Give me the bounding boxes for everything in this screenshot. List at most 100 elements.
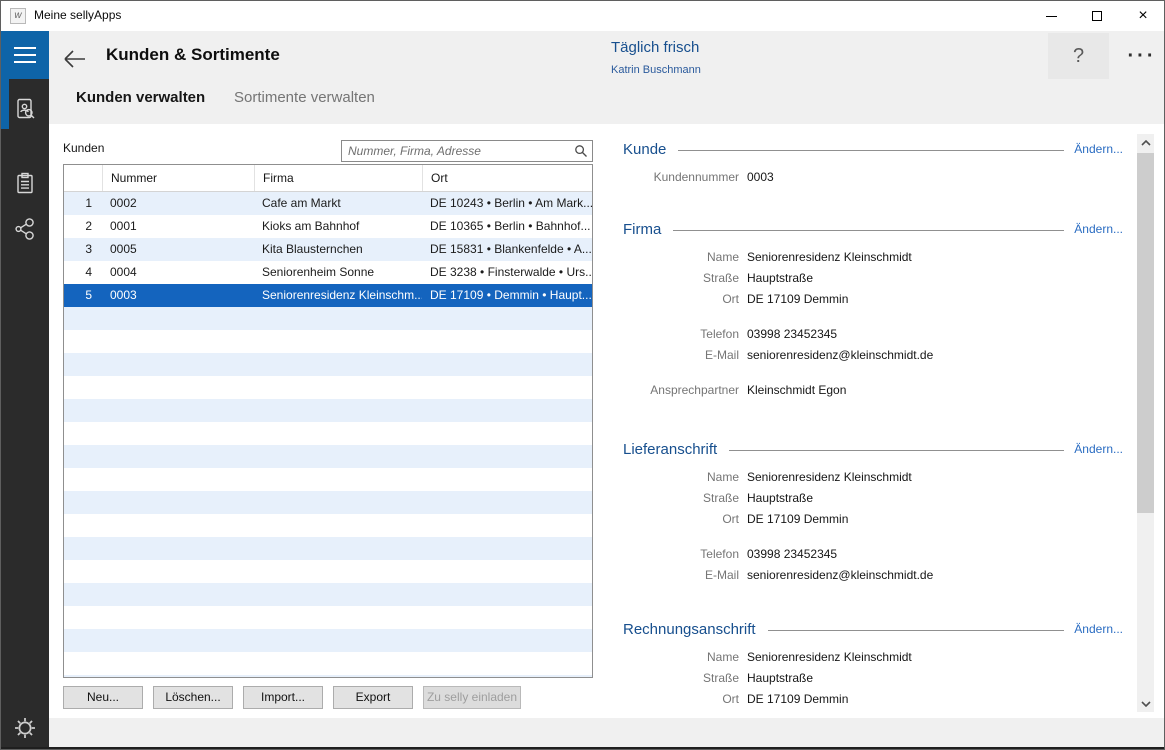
field-label: Telefon (623, 544, 739, 565)
settings-gear-icon (12, 715, 38, 741)
kunden-panel-label: Kunden (63, 141, 104, 155)
account-name: Täglich frisch (611, 39, 699, 56)
clipboard-icon (12, 171, 38, 197)
chevron-up-icon (1141, 140, 1151, 146)
table-empty-rows (64, 307, 592, 678)
row-index: 4 (64, 261, 102, 284)
field-label: E-Mail (623, 565, 739, 586)
field-label: Straße (623, 668, 739, 689)
table-row[interactable]: 4 0004 Seniorenheim Sonne DE 3238 • Fins… (64, 261, 592, 284)
cell-ort: DE 17109 • Demmin • Haupt... (422, 284, 592, 307)
search-input[interactable] (341, 140, 593, 162)
scroll-up-button[interactable] (1137, 134, 1154, 151)
row-index: 5 (64, 284, 102, 307)
app-window: w Meine sellyApps × (0, 0, 1165, 750)
table-row[interactable]: 2 0001 Kioks am Bahnhof DE 10365 • Berli… (64, 215, 592, 238)
section-divider (768, 630, 1065, 631)
section-divider (678, 150, 1064, 151)
column-header-nummer[interactable]: Nummer (102, 165, 254, 191)
cell-nummer: 0002 (102, 192, 254, 215)
section-title: Firma (623, 221, 661, 238)
table-row[interactable]: 3 0005 Kita Blausternchen DE 15831 • Bla… (64, 238, 592, 261)
cell-nummer: 0005 (102, 238, 254, 261)
cell-firma: Seniorenheim Sonne (254, 261, 422, 284)
cell-nummer: 0001 (102, 215, 254, 238)
section-lieferanschrift: Lieferanschrift Ändern... NameSeniorenre… (623, 439, 1123, 586)
column-header-firma[interactable]: Firma (254, 165, 422, 191)
field-value: Kleinschmidt Egon (747, 380, 846, 401)
search-box (341, 140, 593, 162)
cell-ort: DE 15831 • Blankenfelde • A... (422, 238, 592, 261)
sidebar-item-teilen[interactable] (11, 215, 39, 243)
cell-firma: Kioks am Bahnhof (254, 215, 422, 238)
tab-kunden-verwalten[interactable]: Kunden verwalten (76, 89, 205, 106)
loeschen-button[interactable]: Löschen... (153, 686, 233, 709)
cell-ort: DE 3238 • Finsterwalde • Urs... (422, 261, 592, 284)
field-value: 0003 (747, 167, 774, 188)
section-divider (673, 230, 1064, 231)
section-title: Kunde (623, 141, 666, 158)
maximize-button[interactable] (1074, 1, 1120, 31)
neu-button[interactable]: Neu... (63, 686, 143, 709)
column-header-ort[interactable]: Ort (422, 165, 592, 191)
aendern-link-lieferanschrift[interactable]: Ändern... (1074, 442, 1123, 456)
menu-button[interactable] (1, 31, 49, 79)
cell-ort: DE 10243 • Berlin • Am Mark... (422, 192, 592, 215)
field-label: Straße (623, 268, 739, 289)
aendern-link-rechnungsanschrift[interactable]: Ändern... (1074, 622, 1123, 636)
sidebar-item-settings[interactable] (11, 714, 39, 742)
sidebar-item-kunden[interactable] (11, 95, 39, 123)
field-label: Ansprechpartner (623, 380, 739, 401)
more-button[interactable]: ··· (1121, 41, 1163, 71)
field-label: Kundennummer (623, 167, 739, 188)
field-label: E-Mail (623, 345, 739, 366)
sidebar-item-auftraege[interactable] (11, 170, 39, 198)
chevron-down-icon (1141, 701, 1151, 707)
field-label: Ort (623, 689, 739, 710)
minimize-button[interactable] (1028, 1, 1074, 31)
app-logo-icon: w (10, 8, 26, 24)
field-value: DE 17109 Demmin (747, 509, 848, 530)
cell-firma: Kita Blausternchen (254, 238, 422, 261)
customers-book-icon (12, 96, 38, 122)
field-value: DE 17109 Demmin (747, 289, 848, 310)
section-rechnungsanschrift: Rechnungsanschrift Ändern... NameSeniore… (623, 619, 1123, 710)
section-kunde: Kunde Ändern... Kundennummer 0003 (623, 139, 1123, 188)
field-value: DE 17109 Demmin (747, 689, 848, 710)
search-icon[interactable] (574, 144, 588, 163)
row-index: 3 (64, 238, 102, 261)
field-value: Seniorenresidenz Kleinschmidt (747, 247, 912, 268)
cell-nummer: 0004 (102, 261, 254, 284)
back-arrow-icon (61, 45, 89, 73)
hamburger-icon (14, 47, 36, 49)
row-index: 2 (64, 215, 102, 238)
field-value: 03998 23452345 (747, 544, 837, 565)
section-title: Rechnungsanschrift (623, 621, 756, 638)
export-button[interactable]: Export (333, 686, 413, 709)
tab-sortimente-verwalten[interactable]: Sortimente verwalten (234, 89, 375, 106)
import-button[interactable]: Import... (243, 686, 323, 709)
window-title: Meine sellyApps (34, 8, 121, 22)
account-user: Katrin Buschmann (611, 64, 701, 76)
aendern-link-firma[interactable]: Ändern... (1074, 222, 1123, 236)
field-label: Ort (623, 509, 739, 530)
scroll-down-button[interactable] (1137, 695, 1154, 712)
nav-selection-indicator (1, 79, 9, 129)
section-title: Lieferanschrift (623, 441, 717, 458)
column-header-index[interactable] (64, 165, 102, 191)
field-value: Seniorenresidenz Kleinschmidt (747, 647, 912, 668)
cell-nummer: 0003 (102, 284, 254, 307)
field-label: Name (623, 467, 739, 488)
table-row[interactable]: 1 0002 Cafe am Markt DE 10243 • Berlin •… (64, 192, 592, 215)
titlebar: w Meine sellyApps × (1, 1, 1164, 31)
aendern-link-kunde[interactable]: Ändern... (1074, 142, 1123, 156)
table-row-selected[interactable]: 5 0003 Seniorenresidenz Kleinschm... DE … (64, 284, 592, 307)
table-header: Nummer Firma Ort (64, 165, 592, 192)
scrollbar-thumb[interactable] (1137, 153, 1154, 513)
field-label: Telefon (623, 324, 739, 345)
close-button[interactable]: × (1120, 1, 1165, 31)
back-button[interactable] (61, 45, 89, 73)
row-index: 1 (64, 192, 102, 215)
cell-ort: DE 10365 • Berlin • Bahnhof... (422, 215, 592, 238)
help-button[interactable]: ? (1048, 33, 1109, 79)
